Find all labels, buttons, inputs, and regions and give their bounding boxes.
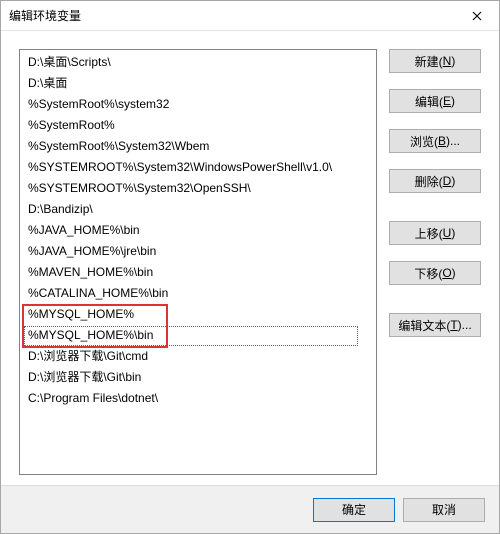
list-item[interactable]: %SystemRoot% (24, 115, 376, 136)
list-item[interactable]: %SystemRoot%\System32\Wbem (24, 136, 376, 157)
list-item[interactable]: %SYSTEMROOT%\System32\WindowsPowerShell\… (24, 157, 376, 178)
btn-label: 删除( (415, 173, 443, 190)
moveup-button[interactable]: 上移(U) (389, 221, 481, 245)
ok-button[interactable]: 确定 (313, 498, 395, 522)
list-item[interactable]: %MAVEN_HOME%\bin (24, 262, 376, 283)
list-item[interactable]: D:\浏览器下载\Git\cmd (24, 346, 376, 367)
list-item[interactable]: C:\Program Files\dotnet\ (24, 388, 376, 409)
btn-label: 浏览( (410, 133, 438, 150)
btn-accel: U (443, 226, 452, 240)
btn-accel: B (438, 134, 446, 148)
list-item[interactable]: %MYSQL_HOME% (24, 304, 376, 325)
btn-label: 下移( (414, 265, 442, 282)
btn-accel: O (442, 266, 451, 280)
button-column: 新建(N) 编辑(E) 浏览(B)... 删除(D) 上移(U) 下移(O) (389, 49, 481, 475)
list-item[interactable]: %JAVA_HOME%\jre\bin (24, 241, 376, 262)
btn-tail: )... (446, 134, 460, 148)
btn-tail: ) (451, 174, 455, 188)
btn-accel: T (450, 318, 457, 332)
edit-button[interactable]: 编辑(E) (389, 89, 481, 113)
list-item[interactable]: D:\桌面 (24, 73, 376, 94)
btn-label: 编辑文本( (398, 317, 450, 334)
list-item[interactable]: %CATALINA_HOME%\bin (24, 283, 376, 304)
btn-label: 编辑( (415, 93, 443, 110)
list-item[interactable]: %SYSTEMROOT%\System32\OpenSSH\ (24, 178, 376, 199)
close-icon (472, 11, 482, 21)
btn-label: 上移( (415, 225, 443, 242)
window-title: 编辑环境变量 (9, 7, 454, 24)
content-area: D:\桌面\Scripts\ D:\桌面 %SystemRoot%\system… (1, 31, 499, 485)
btn-tail: ) (452, 266, 456, 280)
dialog-footer: 确定 取消 (1, 485, 499, 533)
browse-button[interactable]: 浏览(B)... (389, 129, 481, 153)
btn-tail: ) (451, 94, 455, 108)
btn-tail: ) (451, 54, 455, 68)
path-listbox[interactable]: D:\桌面\Scripts\ D:\桌面 %SystemRoot%\system… (19, 49, 377, 475)
list-inner: D:\桌面\Scripts\ D:\桌面 %SystemRoot%\system… (20, 50, 376, 411)
new-button[interactable]: 新建(N) (389, 49, 481, 73)
list-item[interactable]: %JAVA_HOME%\bin (24, 220, 376, 241)
list-item[interactable]: D:\桌面\Scripts\ (24, 52, 376, 73)
list-item[interactable]: %SystemRoot%\system32 (24, 94, 376, 115)
btn-label: 新建( (415, 53, 443, 70)
btn-accel: N (443, 54, 452, 68)
list-item[interactable]: %MYSQL_HOME%\bin (24, 325, 376, 346)
cancel-button[interactable]: 取消 (403, 498, 485, 522)
btn-tail: )... (458, 318, 472, 332)
delete-button[interactable]: 删除(D) (389, 169, 481, 193)
close-button[interactable] (454, 1, 499, 31)
movedown-button[interactable]: 下移(O) (389, 261, 481, 285)
list-item[interactable]: D:\Bandizip\ (24, 199, 376, 220)
dialog-window: 编辑环境变量 D:\桌面\Scripts\ D:\桌面 %SystemRoot%… (0, 0, 500, 534)
edittext-button[interactable]: 编辑文本(T)... (389, 313, 481, 337)
titlebar: 编辑环境变量 (1, 1, 499, 31)
list-item[interactable]: D:\浏览器下载\Git\bin (24, 367, 376, 388)
btn-tail: ) (451, 226, 455, 240)
btn-accel: D (443, 174, 452, 188)
btn-accel: E (443, 94, 451, 108)
